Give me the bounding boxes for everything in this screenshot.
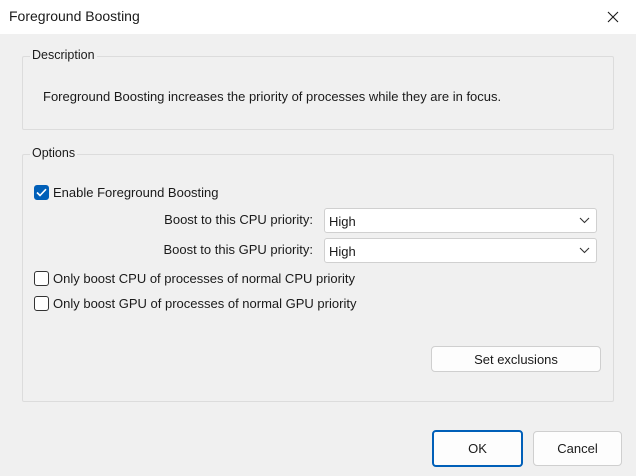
only-gpu-normal-checkbox[interactable] [34,296,49,311]
window-title: Foreground Boosting [9,8,140,24]
set-exclusions-button[interactable]: Set exclusions [431,346,601,372]
close-button[interactable] [590,0,636,34]
only-cpu-normal-checkbox[interactable] [34,271,49,286]
enable-boost-checkbox-row[interactable]: Enable Foreground Boosting [34,185,219,200]
gpu-priority-label: Boost to this GPU priority: [163,242,313,257]
chevron-down-icon [579,247,590,254]
enable-boost-label: Enable Foreground Boosting [53,185,219,200]
enable-boost-checkbox[interactable] [34,185,49,200]
gpu-priority-value: High [329,244,356,259]
options-group: Options Enable Foreground Boosting Boost… [22,146,614,402]
gpu-priority-select[interactable]: High [324,238,597,263]
ok-button[interactable]: OK [432,430,523,467]
checkmark-icon [36,188,47,197]
cpu-priority-value: High [329,214,356,229]
chevron-down-icon [579,217,590,224]
cpu-priority-select[interactable]: High [324,208,597,233]
description-legend: Description [30,48,97,62]
title-bar: Foreground Boosting [0,0,636,34]
cpu-priority-label: Boost to this CPU priority: [164,212,313,227]
description-text: Foreground Boosting increases the priori… [43,89,502,104]
close-icon [607,11,619,23]
only-cpu-normal-label: Only boost CPU of processes of normal CP… [53,271,355,286]
only-gpu-normal-label: Only boost GPU of processes of normal GP… [53,296,357,311]
only-gpu-normal-checkbox-row[interactable]: Only boost GPU of processes of normal GP… [34,296,356,311]
options-legend: Options [30,146,78,160]
only-cpu-normal-checkbox-row[interactable]: Only boost CPU of processes of normal CP… [34,271,355,286]
description-group: Description Foreground Boosting increase… [22,48,614,130]
cancel-button[interactable]: Cancel [533,431,622,466]
